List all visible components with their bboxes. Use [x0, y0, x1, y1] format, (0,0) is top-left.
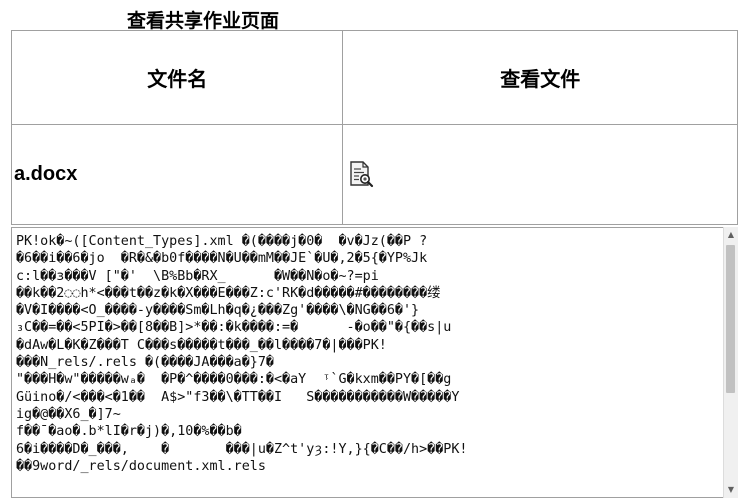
document-search-icon[interactable] [347, 160, 375, 190]
table-header-row: 文件名 查看文件 [10, 30, 738, 125]
scrollbar-thumb[interactable] [726, 245, 735, 393]
file-preview-text: PK!ok�~([Content_Types].xml �(����j�0� �… [16, 234, 468, 474]
shared-files-table: 文件名 查看文件 a.docx [10, 30, 738, 225]
file-preview-area[interactable]: PK!ok�~([Content_Types].xml �(����j�0� �… [11, 227, 727, 498]
scroll-down-arrow-icon[interactable]: ▼ [724, 482, 738, 498]
scroll-up-arrow-icon[interactable]: ▲ [724, 227, 738, 243]
preview-scrollbar[interactable]: ▲ ▼ [723, 227, 738, 498]
page-title: 查看共享作业页面 [127, 10, 280, 32]
column-header-view-file: 查看文件 [342, 30, 738, 125]
table-row: a.docx [10, 124, 738, 225]
view-file-cell [342, 124, 738, 225]
file-name-cell: a.docx [10, 124, 344, 225]
column-header-file-name: 文件名 [10, 30, 344, 125]
